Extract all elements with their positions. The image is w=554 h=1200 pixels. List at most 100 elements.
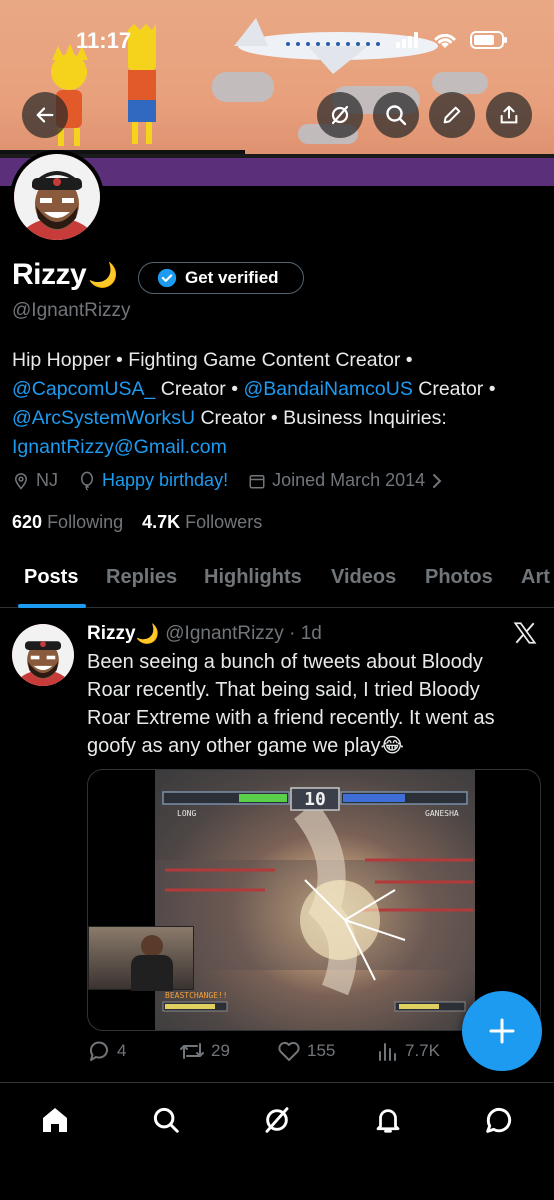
location-item: NJ (12, 470, 58, 491)
joined-item[interactable]: Joined March 2014 (248, 470, 443, 491)
bio-text: Creator • (412, 378, 496, 400)
edit-icon (443, 106, 461, 124)
post-text: Been seeing a bunch of tweets about Bloo… (87, 648, 527, 760)
get-verified-button[interactable]: Get verified (138, 262, 304, 294)
following-link[interactable]: 620 Following (12, 512, 123, 532)
tab-art[interactable]: Art (521, 566, 550, 589)
avatar-illustration (14, 154, 100, 240)
profile-name: Rizzy (12, 258, 87, 291)
nav-search[interactable] (149, 1103, 183, 1137)
following-count: 620 (12, 512, 43, 532)
bio-mention-bandai[interactable]: @BandaiNamcoUS (243, 378, 412, 400)
plus-icon (489, 1018, 515, 1044)
search-icon (153, 1107, 179, 1133)
profile-handle: @IgnantRizzy (12, 300, 131, 321)
nav-grok[interactable] (260, 1103, 294, 1137)
balloon-icon (81, 471, 93, 491)
beast-change-label: BEASTCHANGE!! (165, 991, 228, 1000)
repost-button[interactable]: 29 (179, 1040, 230, 1062)
post-handle-time: @IgnantRizzy · 1d (165, 623, 322, 644)
bio-mention-arcsys[interactable]: @ArcSystemWorksU (12, 407, 195, 429)
tab-posts[interactable]: Posts (24, 566, 78, 589)
post-body: Been seeing a bunch of tweets about Bloo… (87, 651, 495, 757)
game-scene: 10 LONG GANESHA BEASTCHANGE!! (155, 787, 475, 1012)
followers-count: 4.7K (142, 512, 181, 532)
repost-count: 29 (211, 1041, 230, 1060)
cellular-signal-icon (396, 32, 418, 48)
profile-tabs: Posts Replies Highlights Videos Photos A… (0, 548, 554, 608)
chevron-right-icon (433, 473, 442, 488)
reply-count: 4 (117, 1041, 127, 1060)
reply-button[interactable]: 4 (87, 1040, 126, 1062)
post-header: Rizzy 🌙 @IgnantRizzy · 1d (87, 622, 322, 646)
compose-post-button[interactable] (462, 991, 542, 1071)
bio-text: Creator • (155, 378, 244, 400)
moon-emoji: 🌙 (88, 261, 119, 289)
x-logo-icon[interactable] (512, 620, 538, 646)
laughing-emoji: 😂 (380, 735, 404, 757)
profile-bio: Hip Hopper • Fighting Game Content Creat… (12, 346, 542, 462)
tab-highlights[interactable]: Highlights (204, 566, 302, 589)
status-time: 11:17 (76, 28, 132, 53)
bottom-navigation (0, 1082, 554, 1200)
home-icon (43, 1108, 67, 1132)
get-verified-label: Get verified (185, 268, 279, 287)
birthday-text[interactable]: Happy birthday! (102, 470, 228, 491)
like-count: 155 (307, 1041, 336, 1060)
player2-name: GANESHA (425, 809, 459, 818)
messages-icon (486, 1107, 512, 1133)
nav-messages[interactable] (482, 1103, 516, 1137)
share-icon (500, 105, 518, 124)
repost-icon (180, 1043, 204, 1059)
grok-icon (331, 105, 349, 125)
battery-icon (470, 31, 507, 49)
back-arrow-icon (36, 107, 54, 123)
bio-email-link[interactable]: IgnantRizzy@Gmail.com (12, 436, 227, 458)
views-icon (379, 1043, 396, 1061)
webcam-overlay (88, 926, 194, 991)
nav-home[interactable] (38, 1103, 72, 1137)
bio-text: Creator • Business Inquiries: (195, 407, 447, 429)
views-button[interactable]: 7.7K (377, 1040, 440, 1062)
tab-videos[interactable]: Videos (331, 566, 396, 589)
post-avatar[interactable] (12, 624, 74, 686)
followers-label: Followers (185, 512, 263, 532)
reply-icon (89, 1041, 108, 1061)
profile-avatar[interactable] (10, 150, 104, 244)
calendar-icon (249, 474, 265, 488)
wifi-icon (434, 33, 456, 48)
joined-text: Joined March 2014 (272, 470, 426, 490)
status-bar: 11:17 (0, 0, 554, 60)
location-pin-icon (14, 472, 28, 490)
location-text: NJ (36, 470, 58, 490)
followers-link[interactable]: 4.7K Followers (142, 512, 262, 532)
tab-photos[interactable]: Photos (425, 566, 493, 589)
profile-meta: NJ Happy birthday! Joined March 2014 (12, 470, 463, 491)
moon-emoji: 🌙 (135, 624, 160, 645)
player1-name: LONG (177, 809, 196, 818)
grok-button[interactable] (317, 92, 363, 138)
round-timer: 10 (304, 789, 326, 810)
active-tab-indicator (18, 604, 86, 608)
verified-badge-icon (157, 268, 177, 288)
views-count: 7.7K (405, 1041, 440, 1060)
grok-icon (265, 1107, 289, 1133)
profile-name-row: Rizzy 🌙 (12, 258, 118, 292)
search-profile-button[interactable] (373, 92, 419, 138)
bio-text: Hip Hopper • Fighting Game Content Creat… (12, 349, 413, 371)
post-media-video[interactable]: 10 LONG GANESHA BEASTCHANGE!! (87, 769, 541, 1031)
like-button[interactable]: 155 (277, 1040, 335, 1062)
notifications-icon (376, 1109, 400, 1133)
birthday-item[interactable]: Happy birthday! (78, 470, 228, 491)
nav-notifications[interactable] (371, 1103, 405, 1137)
heart-icon (278, 1041, 300, 1061)
edit-button[interactable] (429, 92, 475, 138)
tab-replies[interactable]: Replies (106, 566, 177, 589)
share-button[interactable] (486, 92, 532, 138)
post-author-name[interactable]: Rizzy (87, 623, 136, 645)
back-button[interactable] (22, 92, 68, 138)
follow-stats: 620 Following 4.7K Followers (12, 512, 262, 533)
bio-mention-capcom[interactable]: @CapcomUSA_ (12, 378, 155, 400)
search-icon (386, 105, 407, 126)
following-label: Following (47, 512, 124, 532)
